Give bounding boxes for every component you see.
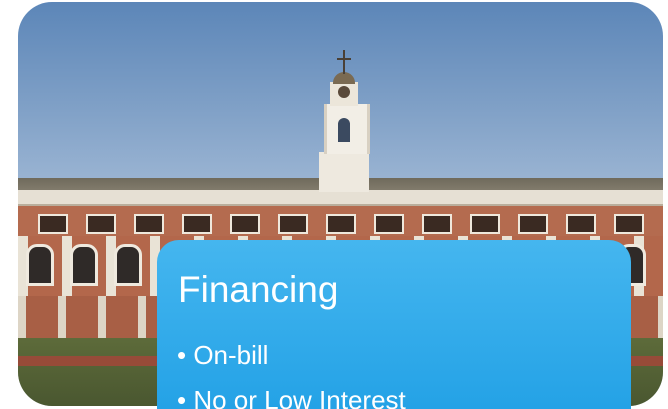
building-window bbox=[518, 214, 548, 234]
building-window bbox=[230, 214, 260, 234]
building-window bbox=[566, 214, 596, 234]
building-window bbox=[374, 214, 404, 234]
weathervane-icon bbox=[337, 58, 351, 60]
building-window bbox=[614, 214, 644, 234]
clock-icon bbox=[338, 86, 350, 98]
building-window bbox=[422, 214, 452, 234]
building-cornice bbox=[18, 190, 663, 206]
building-window bbox=[470, 214, 500, 234]
spire bbox=[343, 50, 345, 74]
building-window bbox=[326, 214, 356, 234]
building-window bbox=[86, 214, 116, 234]
arched-window bbox=[26, 244, 54, 286]
tower-window bbox=[338, 118, 350, 142]
building-window bbox=[134, 214, 164, 234]
bullet-item: • No or Low Interest bbox=[177, 385, 406, 409]
arched-window bbox=[114, 244, 142, 286]
financing-callout: Financing • On-bill • No or Low Interest bbox=[157, 240, 631, 409]
building-window bbox=[182, 214, 212, 234]
tower-base bbox=[319, 152, 369, 192]
callout-title: Financing bbox=[178, 269, 339, 310]
bullet-item: • On-bill bbox=[177, 340, 269, 370]
building-window bbox=[278, 214, 308, 234]
building-window bbox=[38, 214, 68, 234]
arched-window bbox=[70, 244, 98, 286]
